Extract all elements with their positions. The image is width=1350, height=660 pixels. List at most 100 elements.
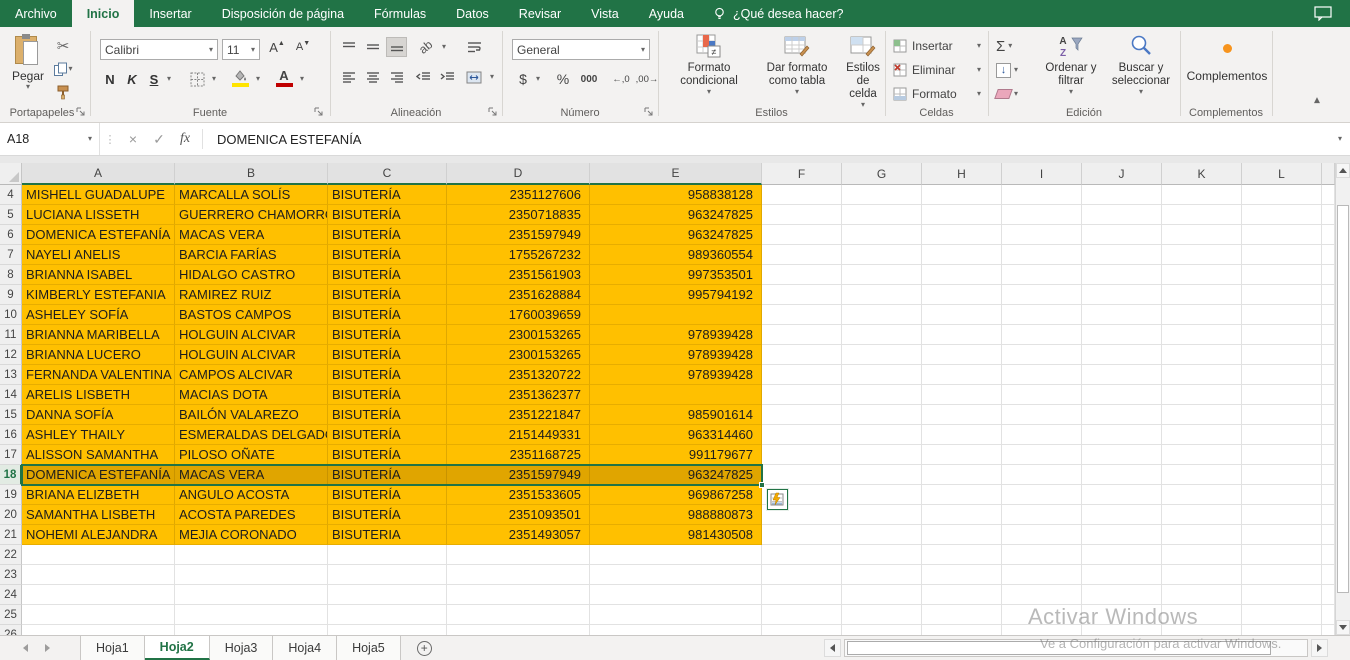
align-top-button[interactable] (338, 37, 359, 57)
cell[interactable] (1002, 365, 1082, 385)
cell[interactable] (1002, 545, 1082, 565)
wrap-text-button[interactable] (462, 37, 486, 57)
cell-C13[interactable]: BISUTERÍA (328, 365, 447, 385)
cell-A19[interactable]: BRIANA ELIZBETH (22, 485, 175, 505)
orientation-dropdown[interactable]: ▾ (438, 37, 450, 57)
cell[interactable] (1242, 365, 1322, 385)
cell-D20[interactable]: 2351093501 (447, 505, 590, 525)
hscroll-right-button[interactable] (1311, 639, 1328, 657)
cell[interactable] (842, 325, 922, 345)
cell[interactable] (1322, 385, 1335, 405)
column-header-C[interactable]: C (328, 163, 447, 185)
cell-A13[interactable]: FERNANDA VALENTINA (22, 365, 175, 385)
cell-A16[interactable]: ASHLEY THAILY (22, 425, 175, 445)
ribbon-tab-archivo[interactable]: Archivo (0, 0, 72, 27)
font-size-select[interactable]: 11 ▾ (222, 39, 260, 60)
currency-button[interactable]: $ (514, 69, 532, 89)
cell-D18[interactable]: 2351597949 (447, 465, 590, 485)
insert-function-button[interactable]: fx (172, 131, 198, 147)
row-header-5[interactable]: 5 (0, 205, 22, 225)
cell[interactable] (922, 245, 1002, 265)
cell[interactable] (922, 565, 1002, 585)
row-header-13[interactable]: 13 (0, 365, 22, 385)
cell-D7[interactable]: 1755267232 (447, 245, 590, 265)
fill-color-button[interactable] (228, 67, 252, 89)
format-cells-button[interactable]: Formato ▾ (893, 84, 981, 104)
ribbon-tab-insertar[interactable]: Insertar (134, 0, 206, 27)
alignment-dialog-launcher[interactable] (488, 106, 500, 118)
row-header-23[interactable]: 23 (0, 565, 22, 585)
italic-button[interactable]: K (122, 69, 142, 89)
cell[interactable] (1002, 345, 1082, 365)
cell-C5[interactable]: BISUTERÍA (328, 205, 447, 225)
vertical-scrollbar[interactable] (1335, 163, 1350, 635)
clipboard-dialog-launcher[interactable] (76, 106, 88, 118)
cell-A14[interactable]: ARELIS LISBETH (22, 385, 175, 405)
cell[interactable] (1322, 625, 1335, 635)
cell[interactable] (922, 525, 1002, 545)
merge-center-button[interactable] (462, 67, 486, 87)
cell[interactable] (842, 625, 922, 635)
autosum-button[interactable]: Σ▾ (996, 36, 1030, 56)
cell-D19[interactable]: 2351533605 (447, 485, 590, 505)
cell[interactable] (1322, 325, 1335, 345)
cell[interactable] (1322, 465, 1335, 485)
font-color-button[interactable]: A (272, 67, 296, 89)
cell[interactable] (762, 265, 842, 285)
cell[interactable] (842, 385, 922, 405)
cell-B8[interactable]: HIDALGO CASTRO (175, 265, 328, 285)
merge-dropdown[interactable]: ▾ (486, 67, 498, 87)
cell[interactable] (328, 545, 447, 565)
cell[interactable] (447, 625, 590, 635)
column-header-partial[interactable] (1322, 163, 1335, 185)
cell-A4[interactable]: MISHELL GUADALUPE (22, 185, 175, 205)
number-format-select[interactable]: General ▾ (512, 39, 650, 60)
borders-button[interactable] (186, 69, 208, 89)
cell[interactable] (1162, 425, 1242, 445)
cell[interactable] (1242, 285, 1322, 305)
cell[interactable] (1002, 185, 1082, 205)
cell[interactable] (842, 305, 922, 325)
cell[interactable] (1162, 245, 1242, 265)
cell[interactable] (175, 565, 328, 585)
cell[interactable] (1082, 265, 1162, 285)
row-header-17[interactable]: 17 (0, 445, 22, 465)
row-header-24[interactable]: 24 (0, 585, 22, 605)
column-header-B[interactable]: B (175, 163, 328, 185)
vscroll-up-button[interactable] (1336, 163, 1350, 178)
cell-B4[interactable]: MARCALLA SOLÍS (175, 185, 328, 205)
cell[interactable] (842, 205, 922, 225)
cell[interactable] (175, 625, 328, 635)
cell[interactable] (1162, 605, 1242, 625)
column-header-I[interactable]: I (1002, 163, 1082, 185)
cell[interactable] (842, 365, 922, 385)
cell-C11[interactable]: BISUTERÍA (328, 325, 447, 345)
cell-A5[interactable]: LUCIANA LISSETH (22, 205, 175, 225)
cell[interactable] (22, 605, 175, 625)
formula-bar-splitter[interactable]: ⋮ (100, 133, 120, 146)
font-dialog-launcher[interactable] (314, 106, 326, 118)
row-header-12[interactable]: 12 (0, 345, 22, 365)
cell-B5[interactable]: GUERRERO CHAMORRO (175, 205, 328, 225)
cell-E4[interactable]: 958838128 (590, 185, 762, 205)
cell[interactable] (762, 245, 842, 265)
cell[interactable] (762, 185, 842, 205)
cell[interactable] (328, 565, 447, 585)
cell[interactable] (1322, 265, 1335, 285)
ribbon-tab-f-rmulas[interactable]: Fórmulas (359, 0, 441, 27)
ribbon-tab-ayuda[interactable]: Ayuda (634, 0, 699, 27)
cell[interactable] (1162, 485, 1242, 505)
cell[interactable] (762, 525, 842, 545)
cell-C21[interactable]: BISUTERIA (328, 525, 447, 545)
cell[interactable] (922, 345, 1002, 365)
cell[interactable] (1162, 265, 1242, 285)
sheet-tab-hoja2[interactable]: Hoja2 (145, 636, 210, 660)
cell[interactable] (922, 625, 1002, 635)
tell-me-search[interactable]: ¿Qué desea hacer? (713, 0, 844, 27)
cell[interactable] (1082, 405, 1162, 425)
cell[interactable] (1002, 445, 1082, 465)
cell[interactable] (922, 325, 1002, 345)
cell-B14[interactable]: MACIAS DOTA (175, 385, 328, 405)
decrease-indent-button[interactable] (412, 67, 434, 87)
sheet-tab-hoja1[interactable]: Hoja1 (80, 636, 145, 660)
